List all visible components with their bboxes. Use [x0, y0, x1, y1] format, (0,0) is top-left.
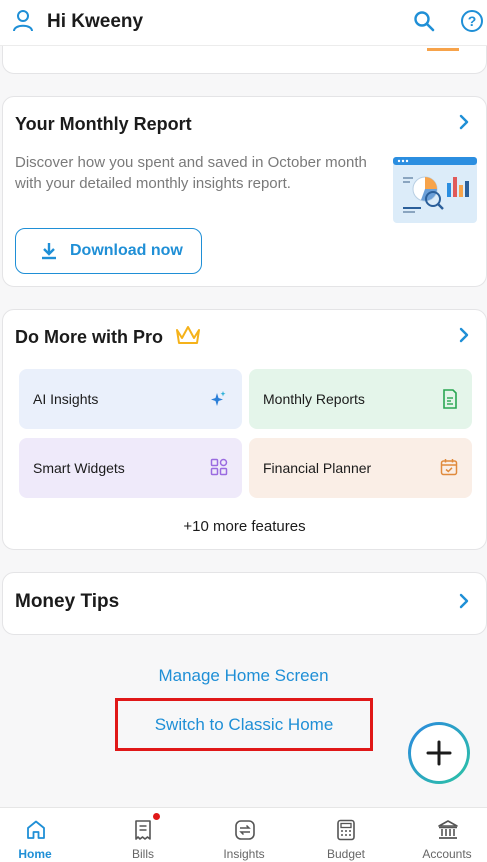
feature-financial-planner[interactable]: Financial Planner [249, 438, 472, 498]
more-features-link[interactable]: +10 more features [3, 518, 486, 535]
widgets-icon [210, 458, 228, 476]
progress-bar-fragment [427, 48, 459, 51]
chevron-right-icon[interactable] [458, 593, 470, 609]
tips-title: Money Tips [15, 591, 120, 612]
feature-smart-widgets[interactable]: Smart Widgets [19, 438, 242, 498]
feature-label: Smart Widgets [33, 460, 125, 476]
profile-icon[interactable] [12, 9, 34, 33]
feature-monthly-reports[interactable]: Monthly Reports [249, 369, 472, 429]
notification-badge [153, 813, 160, 820]
help-icon[interactable]: ? [460, 9, 484, 33]
money-tips-card[interactable]: Money Tips [2, 572, 487, 635]
search-icon[interactable] [412, 9, 436, 33]
nav-bills[interactable]: Bills [98, 808, 188, 862]
feature-label: Financial Planner [263, 460, 372, 476]
document-icon [443, 389, 457, 409]
add-button[interactable] [408, 722, 470, 784]
monthly-report-card[interactable]: Your Monthly Report Discover how you spe… [2, 96, 487, 287]
insights-icon [235, 820, 255, 840]
nav-home[interactable]: Home [0, 808, 80, 862]
bank-icon [438, 820, 458, 839]
svg-text:?: ? [468, 13, 477, 29]
chevron-right-icon[interactable] [458, 114, 470, 130]
feature-label: AI Insights [33, 391, 99, 407]
nav-label: Bills [131, 847, 154, 861]
top-header: Hi Kweeny ? [0, 0, 487, 46]
pro-features-card: Do More with Pro AI Insights Monthly Rep… [2, 309, 487, 550]
greeting-text: Hi Kweeny [47, 11, 144, 32]
budget-icon [337, 819, 355, 841]
chevron-right-icon[interactable] [458, 327, 470, 343]
nav-label: Budget [326, 847, 366, 861]
report-description: Discover how you spent and saved in Octo… [15, 154, 367, 192]
download-icon [42, 243, 56, 260]
pro-title: Do More with Pro [15, 327, 163, 347]
home-icon [27, 820, 45, 839]
calendar-icon [440, 459, 458, 476]
nav-insights[interactable]: Insights [199, 808, 289, 862]
download-now-button[interactable]: Download now [15, 228, 202, 274]
sparkle-icon [211, 391, 226, 406]
bills-icon [135, 820, 151, 840]
report-illustration [393, 157, 477, 223]
nav-label: Accounts [422, 847, 472, 861]
add-button-inner [411, 725, 467, 781]
plus-icon [426, 740, 452, 766]
download-label: Download now [70, 242, 183, 259]
nav-label: Insights [223, 847, 265, 861]
feature-ai-insights[interactable]: AI Insights [19, 369, 242, 429]
nav-label: Home [18, 847, 52, 861]
bottom-navigation: Home Bills Insights Budget Accounts [0, 807, 487, 862]
nav-accounts[interactable]: Accounts [402, 808, 487, 862]
report-title: Your Monthly Report [15, 114, 192, 134]
manage-home-screen-link[interactable]: Manage Home Screen [0, 666, 487, 686]
switch-classic-home-link[interactable]: Switch to Classic Home [115, 715, 373, 735]
crown-icon [176, 326, 200, 344]
nav-budget[interactable]: Budget [301, 808, 391, 862]
feature-label: Monthly Reports [263, 391, 365, 407]
